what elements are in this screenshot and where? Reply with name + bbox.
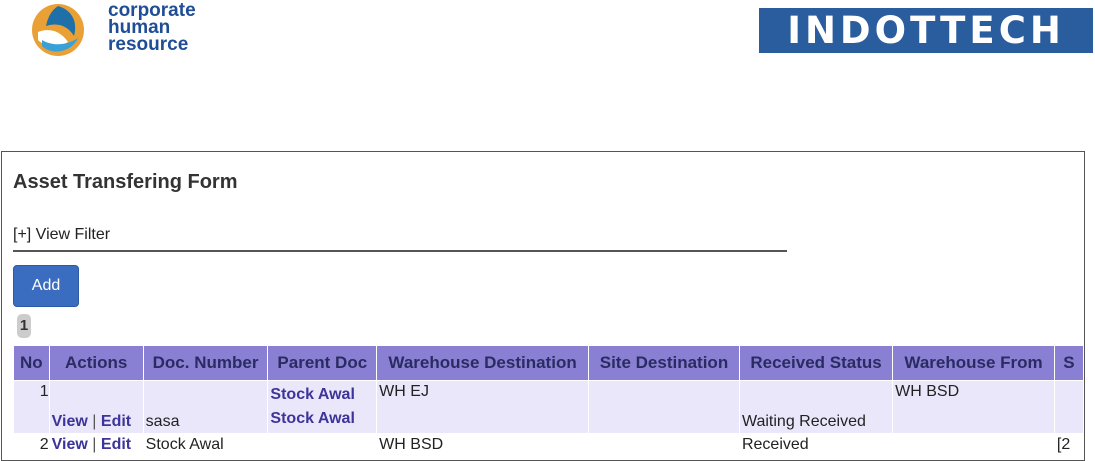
partner-logo-text: INDOTTECH: [787, 9, 1065, 52]
parent-doc-link[interactable]: Stock Awal: [270, 386, 354, 403]
column-header-site-destination[interactable]: Site Destination: [587, 345, 740, 381]
column-header-warehouse-destination[interactable]: Warehouse Destination: [376, 345, 589, 381]
truncated-cell: [2: [1053, 433, 1084, 457]
site-destination-cell: [587, 433, 740, 457]
warehouse-destination-cell: WH EJ: [376, 380, 589, 434]
column-header-doc-number[interactable]: Doc. Number: [142, 345, 269, 381]
main-panel: Asset Transfering Form [+] View Filter A…: [1, 151, 1085, 461]
warehouse-from-cell: [892, 433, 1055, 457]
partner-logo: INDOTTECH: [759, 8, 1093, 53]
pagination-page-1[interactable]: 1: [17, 314, 31, 338]
row-number: 1: [13, 380, 50, 434]
column-header-warehouse-from[interactable]: Warehouse From: [892, 345, 1055, 381]
column-header-truncated[interactable]: S: [1053, 345, 1084, 381]
table-row: 2 View | Edit Stock Awal WH BSD Received…: [13, 433, 1084, 457]
action-separator: |: [92, 436, 97, 453]
filter-label: View Filter: [31, 226, 111, 243]
column-header-actions[interactable]: Actions: [48, 345, 144, 381]
parent-doc-cell: [267, 433, 378, 457]
view-link[interactable]: View: [52, 413, 88, 430]
table-header-row: No Actions Doc. Number Parent Doc Wareho…: [13, 345, 1084, 381]
received-status-cell: Waiting Received: [738, 380, 894, 434]
column-header-no[interactable]: No: [13, 345, 50, 381]
company-logo-icon: [32, 4, 84, 56]
filter-toggle[interactable]: [+]: [13, 226, 31, 243]
column-header-parent-doc[interactable]: Parent Doc: [267, 345, 378, 381]
edit-link[interactable]: Edit: [101, 436, 131, 453]
view-filter[interactable]: [+] View Filter: [13, 226, 787, 252]
row-actions: View | Edit: [48, 380, 144, 434]
site-header: corporate human resource INDOTTECH: [0, 0, 1095, 70]
warehouse-destination-cell: WH BSD: [376, 433, 589, 457]
doc-number-cell: sasa: [142, 380, 269, 434]
received-status-cell: Received: [738, 433, 894, 457]
column-header-received-status[interactable]: Received Status: [738, 345, 894, 381]
row-actions: View | Edit: [48, 433, 144, 457]
doc-number-cell: Stock Awal: [142, 433, 269, 457]
company-name-line: resource: [108, 34, 189, 55]
warehouse-from-cell: WH BSD: [892, 380, 1055, 434]
row-number: 2: [13, 433, 50, 457]
company-name: corporate human resource: [108, 1, 196, 55]
asset-transfer-table: No Actions Doc. Number Parent Doc Wareho…: [13, 345, 1084, 457]
action-separator: |: [92, 413, 97, 430]
parent-doc-cell: Stock Awal Stock Awal: [267, 380, 378, 434]
edit-link[interactable]: Edit: [101, 413, 131, 430]
view-link[interactable]: View: [52, 436, 88, 453]
table-row: 1 View | Edit sasa Stock Awal Stock Awal…: [13, 380, 1084, 434]
truncated-cell: [1053, 380, 1084, 434]
parent-doc-link[interactable]: Stock Awal: [270, 410, 354, 427]
page-title: Asset Transfering Form: [13, 171, 238, 193]
add-button[interactable]: Add: [13, 265, 79, 307]
site-destination-cell: [587, 380, 740, 434]
